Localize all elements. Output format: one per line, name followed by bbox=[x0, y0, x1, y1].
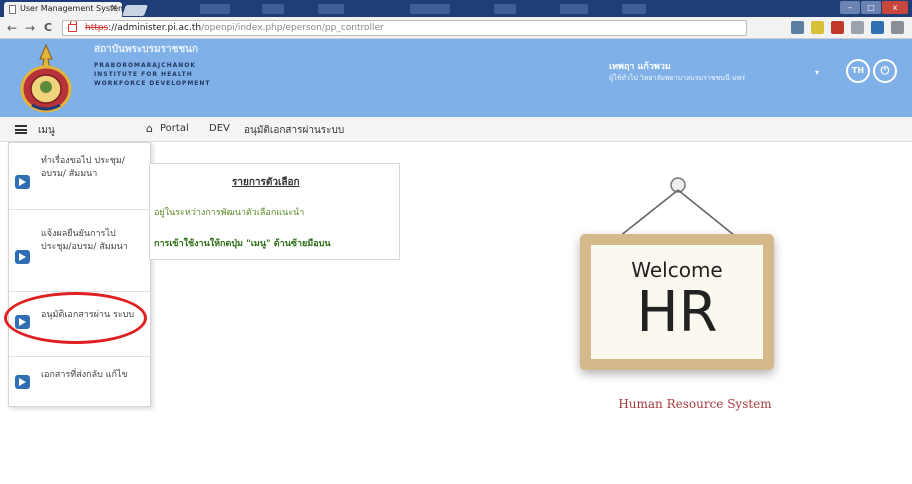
url-path: /openpi/index.php/eperson/pp_controller bbox=[201, 23, 384, 33]
extension-icon[interactable] bbox=[871, 21, 884, 34]
extension-icons bbox=[791, 21, 904, 34]
user-organization: ผู้ใช้ทั่วไป วิทยาลัยพยาบาลบรมราชชนนี แพ… bbox=[609, 74, 745, 82]
language-button[interactable]: TH bbox=[846, 59, 870, 83]
sidebar-item-label: ทำเรื่องขอไป ประชุม/อบรม/ สัมมนา bbox=[41, 156, 125, 179]
options-panel: รายการตัวเลือก อยู่ในระหว่างการพัฒนาตัวเ… bbox=[149, 163, 400, 260]
menu-toggle-label[interactable]: เมนู bbox=[38, 123, 55, 138]
logout-power-button[interactable]: ⏻ bbox=[873, 59, 897, 83]
forward-arrow-icon[interactable]: → bbox=[25, 20, 35, 36]
home-icon[interactable]: ⌂ bbox=[146, 122, 153, 135]
chrome-menu-icon[interactable] bbox=[891, 21, 904, 34]
window-controls: – □ x bbox=[840, 1, 908, 14]
broken-lock-icon bbox=[68, 21, 77, 32]
extension-icon[interactable] bbox=[851, 21, 864, 34]
approve-documents-link[interactable]: อนุมัติเอกสารผ่านระบบ bbox=[244, 123, 344, 138]
page: User Management System × – □ x ← → C htt… bbox=[0, 0, 912, 484]
user-name: เทพฤา แก้วพวม bbox=[609, 62, 671, 72]
tab-close-icon[interactable]: × bbox=[110, 3, 118, 13]
user-info[interactable]: เทพฤา แก้วพวม ผู้ใช้ทั่วไป วิทยาลัยพยาบา… bbox=[609, 59, 745, 84]
browser-tab-strip: User Management System × – □ x bbox=[0, 0, 912, 17]
sign-welcome-text: Welcome bbox=[631, 258, 723, 282]
sidebar-item-label: แจ้งผลยืนยันการไป ประชุม/อบรม/ สัมมนา bbox=[41, 229, 128, 252]
bookmark-star-icon[interactable] bbox=[811, 21, 824, 34]
background-taskbar-icon bbox=[622, 4, 646, 14]
red-highlight-circle bbox=[4, 292, 147, 344]
background-taskbar-icon bbox=[200, 4, 230, 14]
dev-link[interactable]: DEV bbox=[209, 123, 230, 134]
sidebar-item-label: เอกสารที่ส่งกลับ แก้ไข bbox=[41, 370, 128, 380]
background-taskbar-icon bbox=[318, 4, 344, 14]
background-taskbar-icon bbox=[560, 4, 588, 14]
sidebar-item-request-meeting[interactable]: ทำเรื่องขอไป ประชุม/อบรม/ สัมมนา bbox=[9, 143, 150, 210]
organization-subtitle-line: PRABOROMARAJCHANOK bbox=[94, 62, 197, 69]
top-menu-bar: เมนู ⌂ Portal DEV อนุมัติเอกสารผ่านระบบ bbox=[0, 117, 912, 142]
url-host: ://administer.pi.ac.th bbox=[108, 23, 202, 33]
options-status-text: อยู่ในระหว่างการพัฒนาตัวเลือกแนะนำ bbox=[154, 208, 305, 218]
window-close-button[interactable]: x bbox=[882, 1, 908, 14]
hamburger-menu-icon[interactable] bbox=[15, 125, 27, 134]
sign-board: Welcome HR bbox=[580, 234, 774, 370]
tab-title: User Management System bbox=[20, 4, 122, 13]
reload-icon[interactable]: C bbox=[44, 20, 52, 36]
options-title: รายการตัวเลือก bbox=[232, 177, 300, 188]
options-instruction-text: การเข้าใช้งานให้กดปุ่ม "เมนู" ด้านซ้ายมื… bbox=[154, 239, 331, 249]
browser-tab[interactable]: User Management System × bbox=[4, 2, 122, 17]
user-menu-caret-icon[interactable]: ▾ bbox=[815, 68, 819, 77]
app-header: สถาบันพระบรมราชชนก PRABOROMARAJCHANOK IN… bbox=[0, 39, 912, 117]
sidebar-item-returned-documents[interactable]: เอกสารที่ส่งกลับ แก้ไข bbox=[9, 357, 150, 407]
portal-link[interactable]: Portal bbox=[160, 123, 189, 134]
welcome-hr-sign: Welcome HR bbox=[560, 170, 840, 420]
translate-icon[interactable] bbox=[791, 21, 804, 34]
browser-toolbar: ← → C https://administer.pi.ac.th/openpi… bbox=[0, 17, 912, 39]
organization-subtitle-line: WORKFORCE DEVELOPMENT bbox=[94, 80, 211, 87]
address-bar[interactable]: https://administer.pi.ac.th/openpi/index… bbox=[62, 20, 747, 36]
organization-block: สถาบันพระบรมราชชนก PRABOROMARAJCHANOK IN… bbox=[94, 42, 211, 88]
background-taskbar-icon bbox=[262, 4, 284, 14]
organization-name: สถาบันพระบรมราชชนก bbox=[94, 44, 199, 55]
new-tab-button[interactable] bbox=[121, 5, 149, 16]
url-scheme: https bbox=[85, 23, 109, 33]
organization-subtitle-line: INSTITUTE FOR HEALTH bbox=[94, 71, 193, 78]
background-taskbar-icon bbox=[410, 4, 450, 14]
page-icon bbox=[9, 5, 16, 14]
sign-hr-text: HR bbox=[636, 280, 718, 345]
side-dropdown-menu: ทำเรื่องขอไป ประชุม/อบรม/ สัมมนา แจ้งผลย… bbox=[8, 142, 151, 407]
system-caption: Human Resource System bbox=[618, 397, 772, 411]
back-arrow-icon[interactable]: ← bbox=[7, 20, 17, 36]
arrow-right-icon bbox=[15, 175, 30, 189]
window-minimize-button[interactable]: – bbox=[840, 1, 860, 14]
pdf-extension-icon[interactable] bbox=[831, 21, 844, 34]
background-taskbar-icon bbox=[494, 4, 516, 14]
arrow-right-icon bbox=[15, 250, 30, 264]
arrow-right-icon bbox=[15, 375, 30, 389]
sidebar-item-confirm-attendance[interactable]: แจ้งผลยืนยันการไป ประชุม/อบรม/ สัมมนา bbox=[9, 210, 150, 292]
window-maximize-button[interactable]: □ bbox=[861, 1, 881, 14]
institute-seal-logo bbox=[20, 43, 72, 113]
